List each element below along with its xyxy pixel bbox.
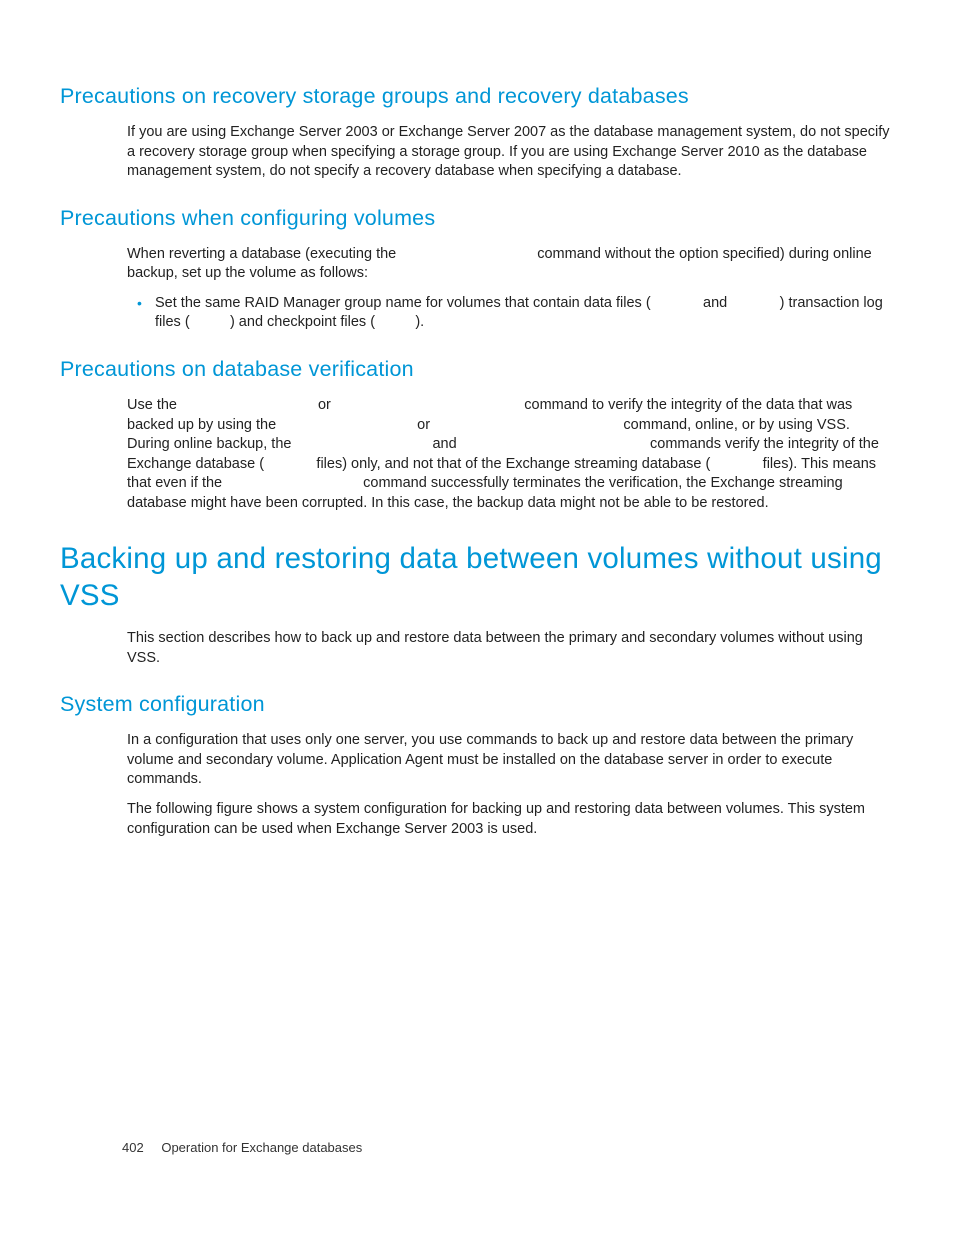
list-item: Set the same RAID Manager group name for… [155,294,894,333]
section-config-volumes: Precautions when configuring volumes Whe… [60,204,894,333]
placeholder-gap [190,314,230,330]
placeholder-gap [295,436,428,452]
footer-title: Operation for Exchange databases [161,1140,362,1155]
text-fragment: ). [415,314,424,330]
heading-backup-restore: Backing up and restoring data between vo… [60,541,894,615]
text-fragment: ) and checkpoint files ( [230,314,375,330]
text-fragment: or [314,397,335,413]
placeholder-gap [335,397,520,413]
placeholder-gap [400,246,533,262]
page-number: 402 [122,1140,144,1155]
text-fragment: command without the [533,246,679,262]
placeholder-gap [226,475,359,491]
body-backup-restore: This section describes how to back up an… [127,629,894,668]
body-db-verification: Use the or command to verify the integri… [127,396,894,513]
text-fragment: and [428,436,460,452]
placeholder-gap [651,295,699,311]
paragraph: The following figure shows a system conf… [127,800,894,839]
section-recovery-storage: Precautions on recovery storage groups a… [60,82,894,182]
heading-recovery-storage: Precautions on recovery storage groups a… [60,82,894,111]
paragraph: When reverting a database (executing the… [127,245,894,284]
heading-system-config: System configuration [60,690,894,719]
text-fragment: files) only, and not that of the Exchang… [312,456,710,472]
text-fragment: Set the same RAID Manager group name for… [155,295,651,311]
text-fragment: and [699,295,731,311]
placeholder-gap [434,417,619,433]
text-fragment: Use the [127,397,181,413]
page-footer: 402 Operation for Exchange databases [122,1139,362,1157]
placeholder-gap [181,397,314,413]
placeholder-gap [461,436,646,452]
body-system-config: In a configuration that uses only one se… [127,731,894,839]
bullet-list: Set the same RAID Manager group name for… [127,294,894,333]
text-fragment: or [413,417,434,433]
heading-db-verification: Precautions on database verification [60,355,894,384]
section-backup-restore: Backing up and restoring data between vo… [60,541,894,668]
placeholder-gap [280,417,413,433]
section-system-config: System configuration In a configuration … [60,690,894,839]
text-fragment: When reverting a database (executing the [127,246,400,262]
body-config-volumes: When reverting a database (executing the… [127,245,894,333]
section-db-verification: Precautions on database verification Use… [60,355,894,513]
placeholder-gap [710,456,758,472]
placeholder-gap [731,295,779,311]
paragraph: If you are using Exchange Server 2003 or… [127,123,894,182]
paragraph: Use the or command to verify the integri… [127,396,894,513]
placeholder-gap [375,314,415,330]
heading-config-volumes: Precautions when configuring volumes [60,204,894,233]
paragraph: This section describes how to back up an… [127,629,894,668]
body-recovery-storage: If you are using Exchange Server 2003 or… [127,123,894,182]
paragraph: In a configuration that uses only one se… [127,731,894,790]
placeholder-gap [264,456,312,472]
